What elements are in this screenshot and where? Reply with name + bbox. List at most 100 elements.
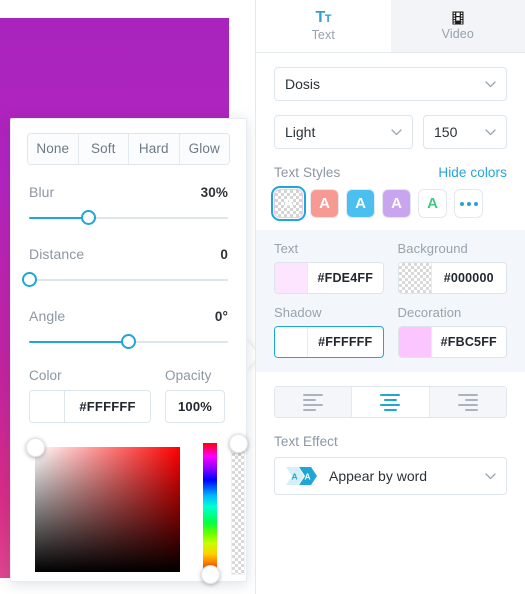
angle-slider-knob[interactable] (121, 334, 136, 349)
decoration-color-value[interactable]: #FBC5FF (432, 327, 507, 357)
shadow-opacity-field[interactable]: 100% (165, 390, 225, 423)
font-family-wrap: Dosis (256, 53, 525, 101)
shadow-opacity-group: Opacity 100% (165, 368, 225, 423)
shadow-opacity-value[interactable]: 100% (166, 391, 224, 422)
app-window: None Soft Hard Glow Blur 30% Distance 0 … (0, 0, 525, 594)
blur-slider-fill (29, 217, 89, 219)
colors-row-2: Shadow #FFFFFF Decoration #FBC5FF (274, 305, 507, 358)
colors-row-1: Text #FDE4FF Background #000000 (274, 241, 507, 294)
shadow-color-value-right[interactable]: #FFFFFF (308, 327, 383, 357)
angle-label: Angle (29, 308, 66, 324)
distance-label: Distance (29, 246, 85, 262)
style-swatch-green[interactable]: A (418, 189, 447, 218)
sidebar-tabs: TT Text Video (256, 0, 525, 53)
decoration-color-swatch[interactable] (398, 327, 432, 357)
shadow-color-swatch-right[interactable] (275, 327, 308, 357)
tab-video[interactable]: Video (390, 0, 525, 52)
angle-row-label: Angle 0° (29, 308, 228, 324)
blur-slider-knob[interactable] (81, 210, 97, 225)
text-style-swatch-row: A A A A A (271, 186, 507, 221)
text-effect-value: Appear by word (329, 468, 428, 484)
hue-slider[interactable] (203, 443, 217, 575)
font-size-select[interactable]: 150 (423, 115, 507, 149)
shadow-settings-popover: None Soft Hard Glow Blur 30% Distance 0 … (10, 118, 248, 584)
align-right-button[interactable] (429, 387, 506, 417)
style-swatch-lavender[interactable]: A (382, 189, 411, 218)
align-left-icon (303, 393, 324, 411)
blur-slider[interactable] (29, 209, 228, 227)
shadow-color-group-right: Shadow #FFFFFF (274, 305, 384, 358)
distance-slider-knob[interactable] (21, 272, 37, 287)
background-color-field[interactable]: #000000 (397, 262, 507, 294)
alpha-slider[interactable] (231, 443, 245, 575)
background-color-label: Background (397, 241, 468, 256)
distance-row-label: Distance 0 (29, 246, 228, 262)
shadow-type-soft[interactable]: Soft (78, 134, 129, 164)
chevron-down-icon (485, 472, 496, 480)
font-weight-size-row: Light 150 (256, 101, 525, 149)
shadow-color-field[interactable]: #FFFFFF (29, 390, 151, 423)
aa-effect-icon: A A (285, 466, 319, 486)
sv-handle[interactable] (26, 438, 45, 457)
style-swatch-transparent[interactable]: A (271, 186, 306, 221)
shadow-type-none[interactable]: None (28, 134, 79, 164)
shadow-type-hard[interactable]: Hard (129, 134, 180, 164)
shadow-type-glow[interactable]: Glow (179, 134, 229, 164)
text-effect-label: Text Effect (274, 434, 338, 449)
tab-video-label: Video (441, 27, 474, 41)
font-family-value: Dosis (285, 76, 321, 92)
shadow-color-label: Color (29, 368, 62, 383)
shadow-color-field-right[interactable]: #FFFFFF (274, 326, 384, 358)
angle-slider[interactable] (29, 333, 228, 351)
text-color-swatch[interactable] (275, 263, 308, 293)
style-swatch-salmon[interactable]: A (310, 189, 339, 218)
font-size-value: 150 (434, 124, 458, 140)
text-color-label: Text (274, 241, 299, 256)
blur-value: 30% (200, 185, 228, 200)
colors-section: Text #FDE4FF Background #000000 Shadow #… (256, 230, 525, 372)
chevron-down-icon (485, 128, 496, 136)
swatch-letter: A (391, 195, 402, 212)
align-center-icon (380, 393, 401, 411)
alpha-handle[interactable] (229, 434, 248, 453)
style-swatch-more[interactable] (454, 189, 483, 218)
font-weight-value: Light (285, 124, 316, 140)
swatch-letter: A (319, 195, 330, 212)
swatch-letter: A (355, 195, 366, 212)
text-effect-select[interactable]: A A Appear by word (274, 457, 507, 495)
svg-text:A: A (305, 472, 311, 482)
shadow-color-label-right: Shadow (274, 305, 322, 320)
color-picker[interactable] (26, 434, 248, 587)
chevron-down-icon (391, 128, 402, 136)
shadow-color-opacity-row: Color #FFFFFF Opacity 100% (29, 368, 228, 423)
align-center-button[interactable] (352, 387, 430, 417)
shadow-type-segmented-control[interactable]: None Soft Hard Glow (27, 133, 230, 165)
font-family-select[interactable]: Dosis (274, 67, 507, 101)
blur-row-label: Blur 30% (29, 184, 228, 200)
saturation-value-field[interactable] (35, 447, 180, 572)
decoration-color-field[interactable]: #FBC5FF (397, 326, 507, 358)
distance-value: 0 (220, 247, 228, 262)
blur-label: Blur (29, 184, 55, 200)
hide-colors-link[interactable]: Hide colors (438, 165, 507, 180)
film-icon (451, 11, 465, 25)
tab-text[interactable]: TT Text (256, 0, 391, 52)
text-styles-header: Text Styles Hide colors (274, 165, 507, 180)
tt-icon: TT (315, 9, 331, 26)
shadow-color-swatch[interactable] (30, 391, 65, 422)
text-alignment-group (274, 386, 507, 418)
style-swatch-sky[interactable]: A (346, 189, 375, 218)
distance-slider[interactable] (21, 271, 228, 289)
text-color-field[interactable]: #FDE4FF (274, 262, 384, 294)
chevron-down-icon (485, 80, 496, 88)
font-weight-select[interactable]: Light (274, 115, 413, 149)
background-color-group: Background #000000 (397, 241, 507, 294)
align-left-button[interactable] (275, 387, 353, 417)
background-color-value[interactable]: #000000 (432, 263, 507, 293)
shadow-color-group: Color #FFFFFF (29, 368, 151, 423)
shadow-color-value[interactable]: #FFFFFF (65, 391, 150, 422)
background-color-swatch[interactable] (398, 263, 432, 293)
text-color-value[interactable]: #FDE4FF (308, 263, 383, 293)
angle-slider-fill (29, 341, 129, 343)
hue-handle[interactable] (201, 565, 220, 584)
